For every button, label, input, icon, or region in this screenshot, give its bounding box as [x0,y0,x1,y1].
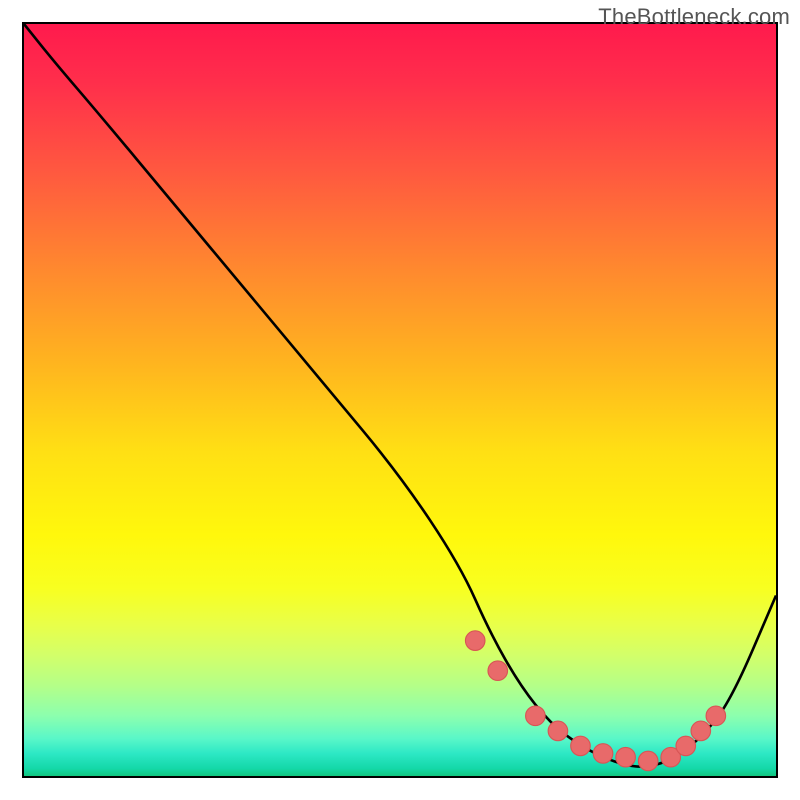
marker-point [691,721,711,741]
chart-svg [24,24,776,776]
marker-point [488,661,508,681]
plot-area [22,22,778,778]
marker-point [638,751,658,771]
marker-point [616,747,636,767]
marker-point [593,744,613,764]
marker-point [465,631,485,651]
marker-point [571,736,591,756]
marker-point [526,706,546,726]
marker-point [676,736,696,756]
marker-point [548,721,568,741]
marker-point [706,706,726,726]
marker-point [661,747,681,767]
marker-points [465,631,725,771]
chart-frame: TheBottleneck.com [0,0,800,800]
bottleneck-curve-path [24,24,776,767]
